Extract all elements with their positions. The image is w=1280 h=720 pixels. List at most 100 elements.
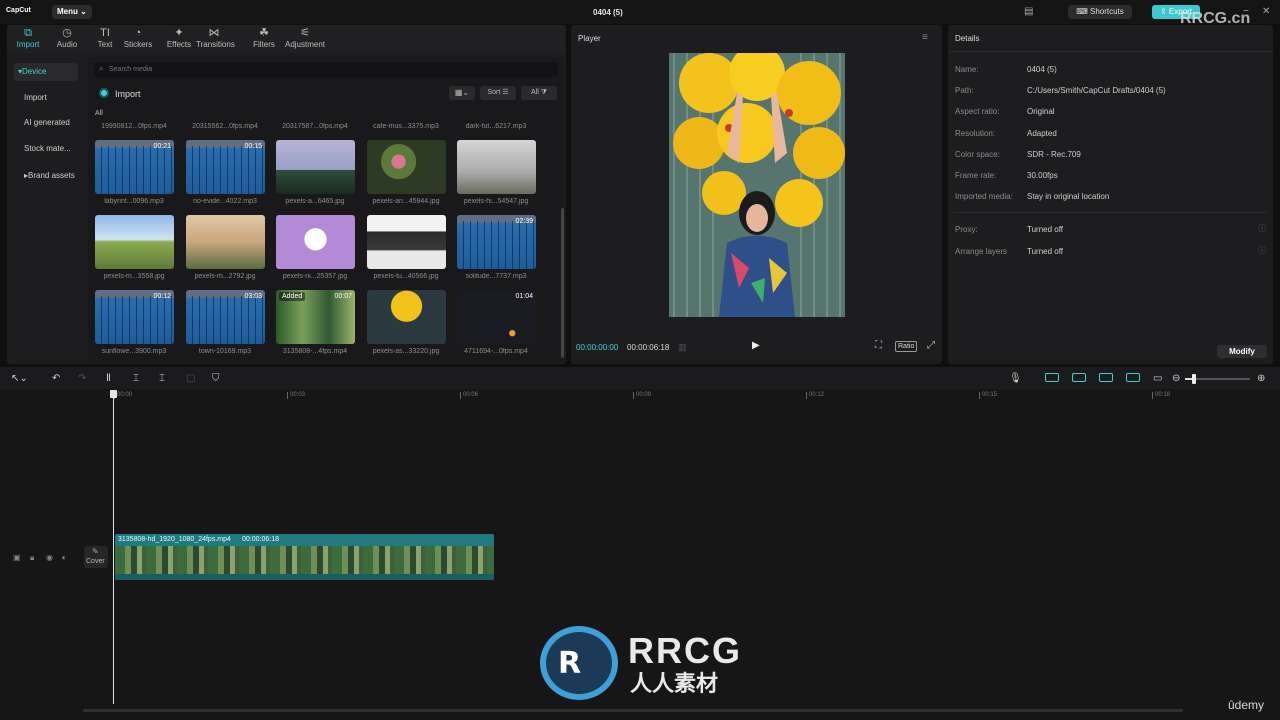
speaker-icon[interactable]: 🔈︎ (62, 553, 67, 563)
filter-button[interactable]: All ⧩ (521, 86, 557, 100)
modify-button[interactable]: Modify (1217, 345, 1267, 358)
media-thumbnail[interactable] (276, 215, 355, 269)
sidebar-item-label: AI generated (24, 118, 70, 127)
split-icon[interactable]: Ⅱ (106, 373, 111, 384)
duration-badge: 00:15 (244, 143, 262, 150)
layout-icon[interactable]: ▤ (1024, 6, 1033, 17)
fullscreen-icon[interactable]: ⤢ (927, 340, 935, 351)
linkage-icon[interactable] (1099, 373, 1113, 382)
sidebar-item-label: Brand assets (28, 171, 75, 180)
split-left-icon[interactable]: ⌶ (133, 373, 139, 384)
tab-transitions[interactable]: ⋈ Transitions (196, 27, 235, 53)
zoom-slider[interactable] (1185, 374, 1250, 384)
current-time: 00:00:00:00 (576, 343, 619, 352)
zoom-out-icon[interactable]: ⊖ (1172, 373, 1180, 384)
media-thumbnail[interactable]: 00:12 (95, 290, 174, 344)
media-thumbnail[interactable] (367, 140, 446, 194)
microphone-icon[interactable]: 🎙 (1009, 373, 1022, 384)
detail-value: C:/Users/Smith/CapCut Drafts/0404 (5) (1027, 86, 1166, 95)
filters-icon: ☘ (259, 27, 269, 39)
media-thumbnail[interactable]: 00:21 (95, 140, 174, 194)
import-icon: ⧉ (24, 27, 32, 39)
player-panel: Player ≡ 00:00:00:00 00:00:06:18 ▥ ▶ ⛶ R… (571, 25, 942, 364)
playhead[interactable] (113, 392, 114, 704)
media-filename: solitude...7737.mp3 (465, 273, 527, 280)
import-button[interactable]: Import (115, 89, 141, 99)
search-input[interactable]: ⌕ Search media (94, 62, 558, 77)
sidebar-item-import[interactable]: Import (14, 89, 78, 107)
media-thumbnail[interactable]: 03:03 (186, 290, 265, 344)
track-lock-toggle-icon[interactable]: ▣ (13, 553, 21, 562)
timecode-format-icon[interactable]: ▥ (678, 342, 687, 353)
eye-icon[interactable]: ◉ (46, 553, 53, 562)
search-placeholder: Search media (109, 66, 153, 73)
media-thumbnail[interactable] (95, 215, 174, 269)
main-track-magnet-icon[interactable] (1045, 373, 1059, 382)
delete-icon[interactable]: ▢ (186, 373, 195, 384)
detail-value: 30.00fps (1027, 171, 1058, 180)
tab-filters[interactable]: ☘ Filters (246, 27, 282, 53)
caption-icon[interactable]: ▭ (1153, 373, 1162, 384)
media-thumbnail[interactable]: 00:15 (186, 140, 265, 194)
detail-label: Frame rate: (955, 171, 997, 180)
filter-icon: ⧩ (540, 89, 547, 96)
playhead-handle[interactable] (110, 390, 117, 398)
sidebar-item-stock-mate-[interactable]: Stock mate... (14, 140, 78, 158)
view-toggle-icon[interactable]: ▦⌄ (449, 86, 475, 100)
tab-audio[interactable]: ◷ Audio (49, 27, 85, 53)
preview-photo (669, 53, 845, 317)
detail-label: Resolution: (955, 129, 996, 138)
adjustment-icon: ⚟ (300, 27, 310, 39)
media-thumbnail[interactable] (367, 215, 446, 269)
zoom-slider-handle[interactable] (1192, 374, 1196, 384)
ratio-button[interactable]: Ratio (895, 341, 918, 352)
info-icon[interactable]: ⓘ (1258, 245, 1266, 256)
media-thumbnail[interactable] (367, 290, 446, 344)
media-scrollbar[interactable] (561, 208, 564, 358)
tab-label: Text (97, 40, 113, 49)
zoom-in-icon[interactable]: ⊕ (1257, 373, 1265, 384)
rrcg-logo-mark: R (558, 646, 582, 681)
timeline-scrollbar[interactable] (83, 709, 1183, 712)
select-pointer-icon[interactable]: ↖⌄ (11, 373, 28, 384)
tab-effects[interactable]: ✦ Effects (161, 27, 197, 53)
media-filename: 3135808-...4fps.mp4 (282, 348, 348, 355)
hamburger-icon[interactable]: ≡ (922, 32, 928, 43)
play-icon[interactable]: ▶ (752, 340, 760, 351)
split-right-icon[interactable]: ⌶ (159, 373, 165, 384)
sidebar-item-ai-generated[interactable]: AI generated (14, 114, 78, 132)
detail-value: Turned off (1027, 247, 1064, 256)
media-thumbnail[interactable]: 00:07 Added (276, 290, 355, 344)
media-filename: pexels-as...33220.jpg (372, 348, 440, 355)
shield-icon[interactable]: ⛉ (212, 373, 220, 384)
shortcuts-button[interactable]: ⌨ Shortcuts (1068, 5, 1132, 19)
media-thumbnail[interactable]: 02:39 (457, 215, 536, 269)
snapshot-icon[interactable]: ⛶ (875, 340, 882, 351)
cover-button[interactable]: ✎ Cover (84, 546, 108, 568)
sidebar-item-label: Device (22, 67, 47, 76)
undo-icon[interactable]: ↶ (52, 373, 60, 384)
sort-button[interactable]: Sort ☰ (480, 86, 516, 100)
info-icon[interactable]: ⓘ (1258, 223, 1266, 234)
close-icon[interactable]: ✕ (1262, 6, 1270, 17)
video-clip[interactable]: 3135808-hd_1920_1080_24fps.mp4 00:00:06:… (115, 534, 494, 580)
redo-icon[interactable]: ↷ (78, 373, 86, 384)
tab-text[interactable]: TI Text (87, 27, 123, 53)
media-thumbnail[interactable]: 01:04 (457, 290, 536, 344)
auto-snapping-icon[interactable] (1072, 373, 1086, 382)
media-thumbnail[interactable] (457, 140, 536, 194)
tab-import[interactable]: ⧉ Import (10, 27, 46, 53)
tab-label: Filters (253, 40, 275, 49)
media-thumbnail[interactable] (186, 215, 265, 269)
detail-value: Original (1027, 107, 1055, 116)
sidebar-item-brand-assets[interactable]: ▸Brand assets (14, 167, 78, 185)
menu-button[interactable]: Menu ⌄ (52, 5, 92, 19)
media-filename: sunflowe...3900.mp3 (101, 348, 167, 355)
lock-icon[interactable]: 🔒︎ (30, 553, 34, 563)
tab-stickers[interactable]: ◔ Stickers (120, 27, 156, 53)
media-thumbnail[interactable] (276, 140, 355, 194)
tab-adjustment[interactable]: ⚟ Adjustment (280, 27, 330, 53)
media-filename: pexels-hi...54547.jpg (463, 198, 529, 205)
preview-axis-icon[interactable] (1126, 373, 1140, 382)
sidebar-item-device[interactable]: ▾Device (14, 63, 78, 81)
